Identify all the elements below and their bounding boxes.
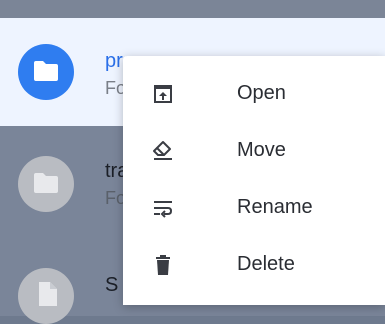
file-icon	[39, 282, 57, 306]
menu-item-open[interactable]: Open	[123, 66, 385, 122]
menu-label: Move	[237, 139, 286, 161]
open-icon	[154, 85, 172, 103]
folder-icon	[34, 61, 58, 81]
file-name: S	[105, 274, 119, 296]
menu-label: Rename	[237, 196, 313, 218]
move-icon	[153, 141, 172, 160]
folder-avatar	[18, 156, 74, 212]
menu-label: Delete	[237, 253, 295, 275]
folder-avatar	[18, 44, 74, 100]
menu-item-delete[interactable]: Delete	[123, 237, 385, 293]
file-avatar	[18, 268, 74, 324]
delete-icon	[156, 255, 170, 275]
top-bar	[0, 0, 385, 18]
rename-icon	[154, 201, 173, 218]
folder-icon	[34, 173, 58, 193]
menu-label: Open	[237, 82, 286, 104]
menu-item-rename[interactable]: Rename	[123, 180, 385, 236]
menu-item-move[interactable]: Move	[123, 123, 385, 179]
context-menu: Open Move Rename Delete	[123, 56, 385, 305]
